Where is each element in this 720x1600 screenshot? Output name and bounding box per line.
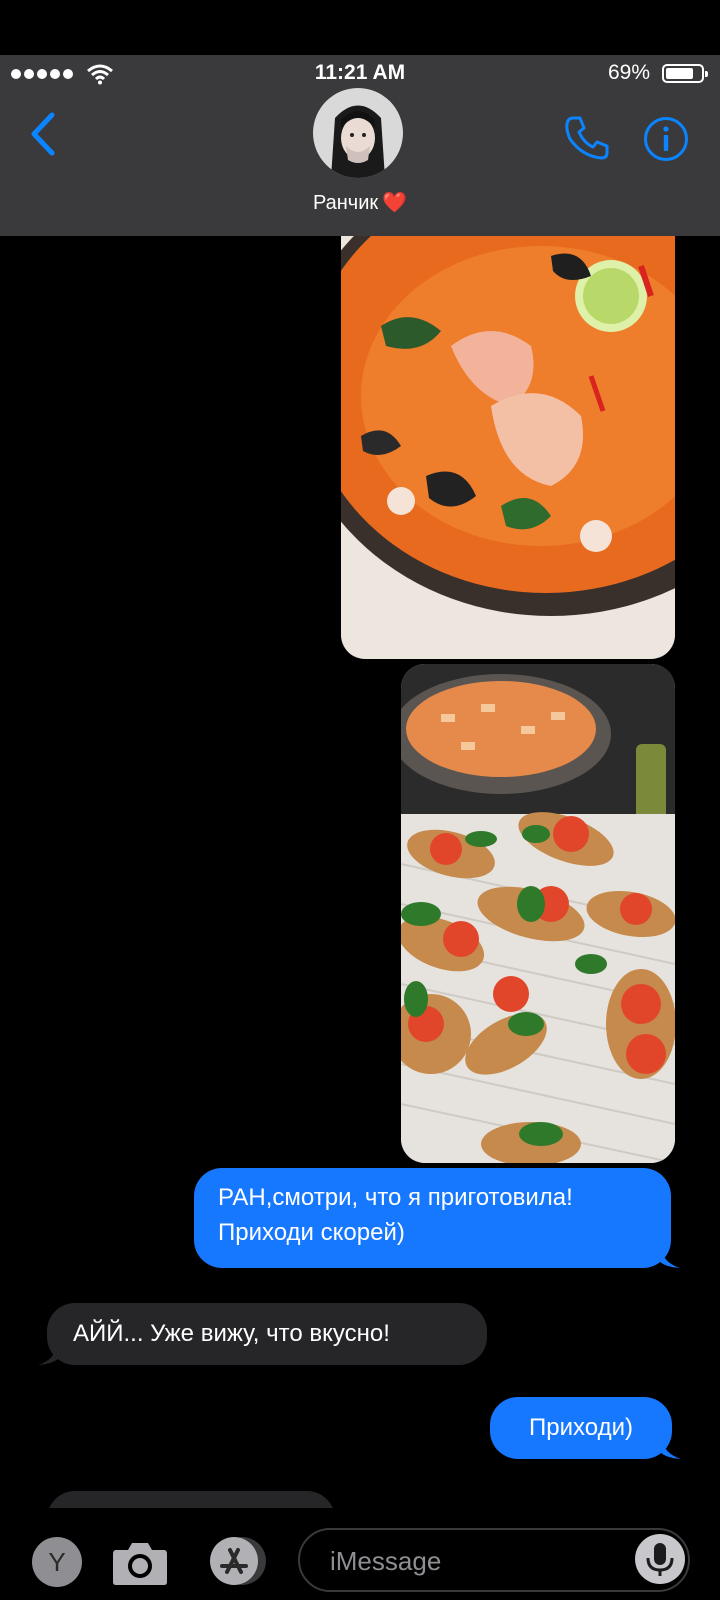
message-input[interactable]: iMessage xyxy=(298,1528,690,1592)
bubble-tail xyxy=(659,1245,680,1268)
battery-percent: 69% xyxy=(607,61,650,84)
phone-call-icon[interactable] xyxy=(564,115,610,161)
soup-photo[interactable] xyxy=(341,236,675,659)
message-input-placeholder: iMessage xyxy=(330,1546,442,1576)
message-text: Приходи) xyxy=(529,1414,633,1441)
message-text: АЙЙ... Уже вижу, что вкусно! xyxy=(73,1320,390,1347)
bubble-tail xyxy=(660,1436,681,1459)
received-message-bubble[interactable]: АЙЙ... Уже вижу, что вкусно! xyxy=(47,1303,487,1365)
microphone-icon xyxy=(646,1543,674,1576)
top-black-strip xyxy=(0,0,720,55)
status-bar: 11:21 AM 69% xyxy=(0,55,720,91)
back-chevron-icon[interactable] xyxy=(28,112,56,156)
info-icon[interactable] xyxy=(643,116,689,162)
battery-icon xyxy=(662,64,708,83)
microphone-button[interactable] xyxy=(635,1534,685,1584)
sent-message-bubble[interactable]: РАН,смотри, что я приготовила! Приходи с… xyxy=(194,1168,671,1268)
y-app-button[interactable]: Y xyxy=(32,1537,82,1587)
heart-emoji: ❤️ xyxy=(382,192,408,214)
camera-icon[interactable] xyxy=(112,1540,168,1586)
contact-name: Ранчик xyxy=(312,192,379,214)
contact-avatar[interactable] xyxy=(313,88,403,178)
message-text: РАН,смотри, что я приготовила! Приходи с… xyxy=(218,1184,573,1246)
contact-name-row[interactable]: Ранчик ❤️ xyxy=(0,190,720,215)
bubble-tail xyxy=(38,1342,59,1365)
pasta-bruschetta-photo[interactable] xyxy=(401,664,675,1163)
app-store-icon[interactable] xyxy=(205,1536,271,1586)
sent-message-bubble[interactable]: Приходи) xyxy=(490,1397,672,1459)
